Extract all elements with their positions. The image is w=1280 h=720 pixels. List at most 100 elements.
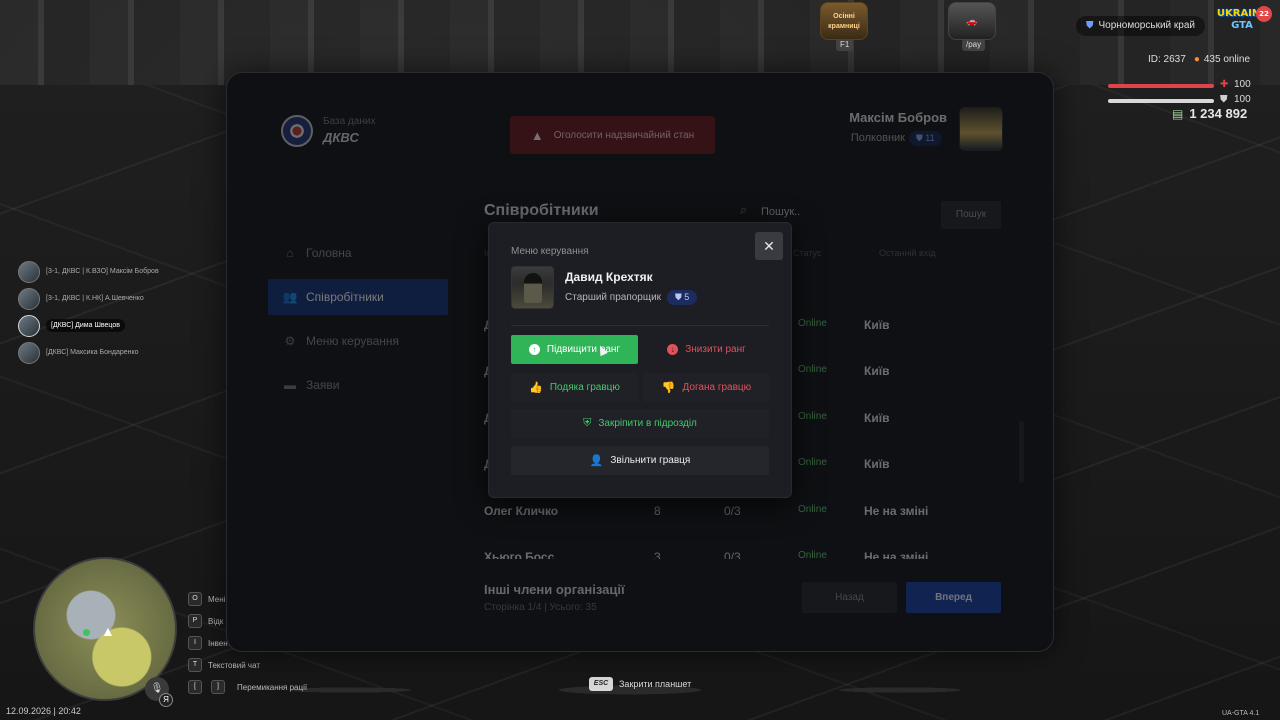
voice-item-name: [ДКВС] Максика Бондаренко bbox=[46, 349, 139, 356]
assign-division-label: Закріпити в підрозділ bbox=[598, 418, 697, 429]
arrow-up-circle-icon: ↑ bbox=[528, 344, 540, 355]
column-header-status: Статус bbox=[793, 248, 822, 258]
section-title: Співробітники bbox=[484, 202, 599, 219]
mic-badge: Я bbox=[159, 693, 173, 707]
cash-icon: ▤ bbox=[1172, 107, 1184, 121]
player-id: ID: 2637 bbox=[1148, 54, 1186, 65]
thumbs-up-icon: 👍 bbox=[529, 382, 543, 394]
armor-bar: ⛊ 100 bbox=[1108, 94, 1254, 106]
organization-emblem-icon bbox=[281, 115, 313, 147]
next-button[interactable]: Вперед bbox=[906, 582, 1001, 613]
declare-emergency-label: Оголосити надзвичайний стан bbox=[553, 129, 695, 141]
avatar bbox=[18, 287, 40, 310]
row-last-login: Не на зміні bbox=[864, 550, 929, 559]
row-last-login: Київ bbox=[864, 318, 890, 332]
hotkey-key: O bbox=[188, 592, 202, 606]
fire-player-label: Звільнити гравця bbox=[610, 455, 691, 466]
region-name: Чорноморський край bbox=[1098, 20, 1196, 31]
row-status: Online bbox=[798, 457, 827, 468]
shield-icon: ⛊ bbox=[916, 133, 926, 143]
warning-icon: ▲ bbox=[530, 127, 544, 143]
rank-level: 5 bbox=[684, 292, 690, 302]
target-player-name: Давид Крехтяк bbox=[565, 270, 653, 284]
voice-item: [3-1, ДКВС | К.ВЗО] Максім Бобров bbox=[18, 258, 188, 285]
avatar-figure bbox=[524, 273, 542, 303]
back-button[interactable]: Назад bbox=[802, 582, 897, 613]
search-input[interactable] bbox=[761, 202, 851, 222]
money-amount: 1 234 892 bbox=[1189, 106, 1248, 121]
sidebar-item-employees[interactable]: 👥 Співробітники bbox=[268, 279, 448, 315]
sidebar-item-label: Головна bbox=[306, 246, 352, 260]
promote-rank-button[interactable]: ↑ Підвищити ранг bbox=[511, 335, 638, 364]
hotkey-label: Відк bbox=[208, 616, 224, 626]
search-button[interactable]: Пошук bbox=[941, 201, 1001, 229]
table-row[interactable]: Хьюго Босс 3 0/3 Online Не на зміні bbox=[484, 550, 1024, 559]
voice-item: [3-1, ДКВС | К.НК] А.Шевченко bbox=[18, 285, 188, 312]
users-icon: 👥 bbox=[282, 290, 298, 304]
shield-icon: ⛊ bbox=[675, 292, 685, 302]
avatar bbox=[18, 260, 40, 283]
column-header-last-login: Останній вхід bbox=[879, 248, 936, 258]
server-logo: UKRAINE GTA 22 bbox=[1214, 6, 1272, 42]
shop-hotkey: F1 bbox=[836, 39, 854, 51]
pagination-info: Сторінка 1/4 | Усього: 35 bbox=[484, 602, 597, 613]
sidebar-item-label: Заяви bbox=[306, 378, 340, 392]
sidebar-item-home[interactable]: ⌂ Головна bbox=[268, 235, 448, 271]
org-subtitle: База даних bbox=[323, 116, 376, 127]
assign-division-button[interactable]: ⛨ Закріпити в підрозділ bbox=[511, 409, 769, 438]
sidebar-item-management[interactable]: ⚙ Меню керування bbox=[268, 323, 448, 359]
current-user-rank: Полковник bbox=[850, 132, 905, 144]
target-player-rank: Старший прапорщик bbox=[565, 292, 662, 303]
game-version: UA-GTA 4.1 bbox=[1222, 710, 1260, 717]
thumbs-down-icon: 👎 bbox=[661, 382, 676, 394]
online-dot-icon: ● bbox=[1193, 54, 1200, 65]
divider bbox=[511, 325, 769, 326]
row-status: Online bbox=[798, 364, 827, 375]
rank-level: 11 bbox=[925, 133, 935, 143]
server-info: ID: 2637 ● 435 online bbox=[1148, 54, 1250, 65]
close-tablet-hint: ESC Закрити планшет bbox=[589, 677, 691, 691]
management-modal: Меню керування ✕ Давид Крехтяк Старший п… bbox=[488, 222, 792, 498]
demote-rank-button[interactable]: ↓ Знизити ранг bbox=[643, 335, 770, 364]
hotkey-item: [] Перемикання рації bbox=[188, 676, 307, 698]
user-remove-icon: 👤 bbox=[589, 455, 604, 467]
modal-title: Меню керування bbox=[511, 246, 589, 257]
table-row[interactable]: Олег Кличко 8 0/3 Online Не на зміні bbox=[484, 504, 1024, 524]
sidebar-nav: ⌂ Головна 👥 Співробітники ⚙ Меню керування … bbox=[268, 235, 448, 411]
table-scrollbar[interactable] bbox=[1019, 421, 1024, 483]
sidebar-item-label: Співробітники bbox=[306, 290, 384, 304]
autumn-shop-icon[interactable]: Осінні крамниці bbox=[820, 2, 868, 40]
hotkey-key: T bbox=[188, 658, 202, 672]
other-members-title: Інші члени організації bbox=[484, 582, 625, 597]
sidebar-item-applications[interactable]: ▬ Заяви bbox=[268, 367, 448, 403]
avatar bbox=[511, 266, 554, 309]
player-arrow-icon: ▲ bbox=[101, 623, 115, 639]
avatar bbox=[18, 341, 40, 364]
row-status: Online bbox=[798, 318, 827, 329]
fire-player-button[interactable]: 👤 Звільнити гравця bbox=[511, 446, 769, 475]
reprimand-player-label: Догана гравцю bbox=[682, 382, 752, 393]
esc-key: ESC bbox=[589, 677, 613, 691]
hotkey-label: Текстовий чат bbox=[208, 660, 261, 670]
close-icon[interactable]: ✕ bbox=[755, 232, 783, 260]
region-indicator: ⛊ Чорноморський край bbox=[1076, 16, 1205, 36]
pay-car-icon[interactable]: 🚗 bbox=[948, 2, 996, 40]
demote-rank-label: Знизити ранг bbox=[685, 344, 746, 355]
row-last-login: Київ bbox=[864, 411, 890, 425]
voice-item-name: [3-1, ДКВС | К.ВЗО] Максім Бобров bbox=[46, 268, 159, 275]
logo-badge: 22 bbox=[1256, 6, 1272, 22]
row-status: Online bbox=[798, 550, 827, 559]
target-rank-badge: ⛊ 5 bbox=[667, 290, 698, 305]
shield-icon: ⛊ bbox=[1086, 20, 1094, 31]
reprimand-player-button[interactable]: 👎 Догана гравцю bbox=[643, 373, 770, 402]
row-last-login: Київ bbox=[864, 457, 890, 471]
row-name: Хьюго Босс bbox=[484, 550, 555, 559]
thank-player-label: Подяка гравцю bbox=[549, 382, 620, 393]
row-last-login: Не на зміні bbox=[864, 504, 929, 518]
thank-player-button[interactable]: 👍 Подяка гравцю bbox=[511, 373, 638, 402]
declare-emergency-button[interactable]: ▲ Оголосити надзвичайний стан bbox=[510, 116, 715, 154]
gear-icon: ⚙ bbox=[284, 334, 296, 348]
date-time: 12.09.2026 | 20:42 bbox=[6, 706, 81, 716]
folder-icon: ▬ bbox=[284, 378, 296, 392]
row-rank: 3 bbox=[654, 550, 661, 559]
